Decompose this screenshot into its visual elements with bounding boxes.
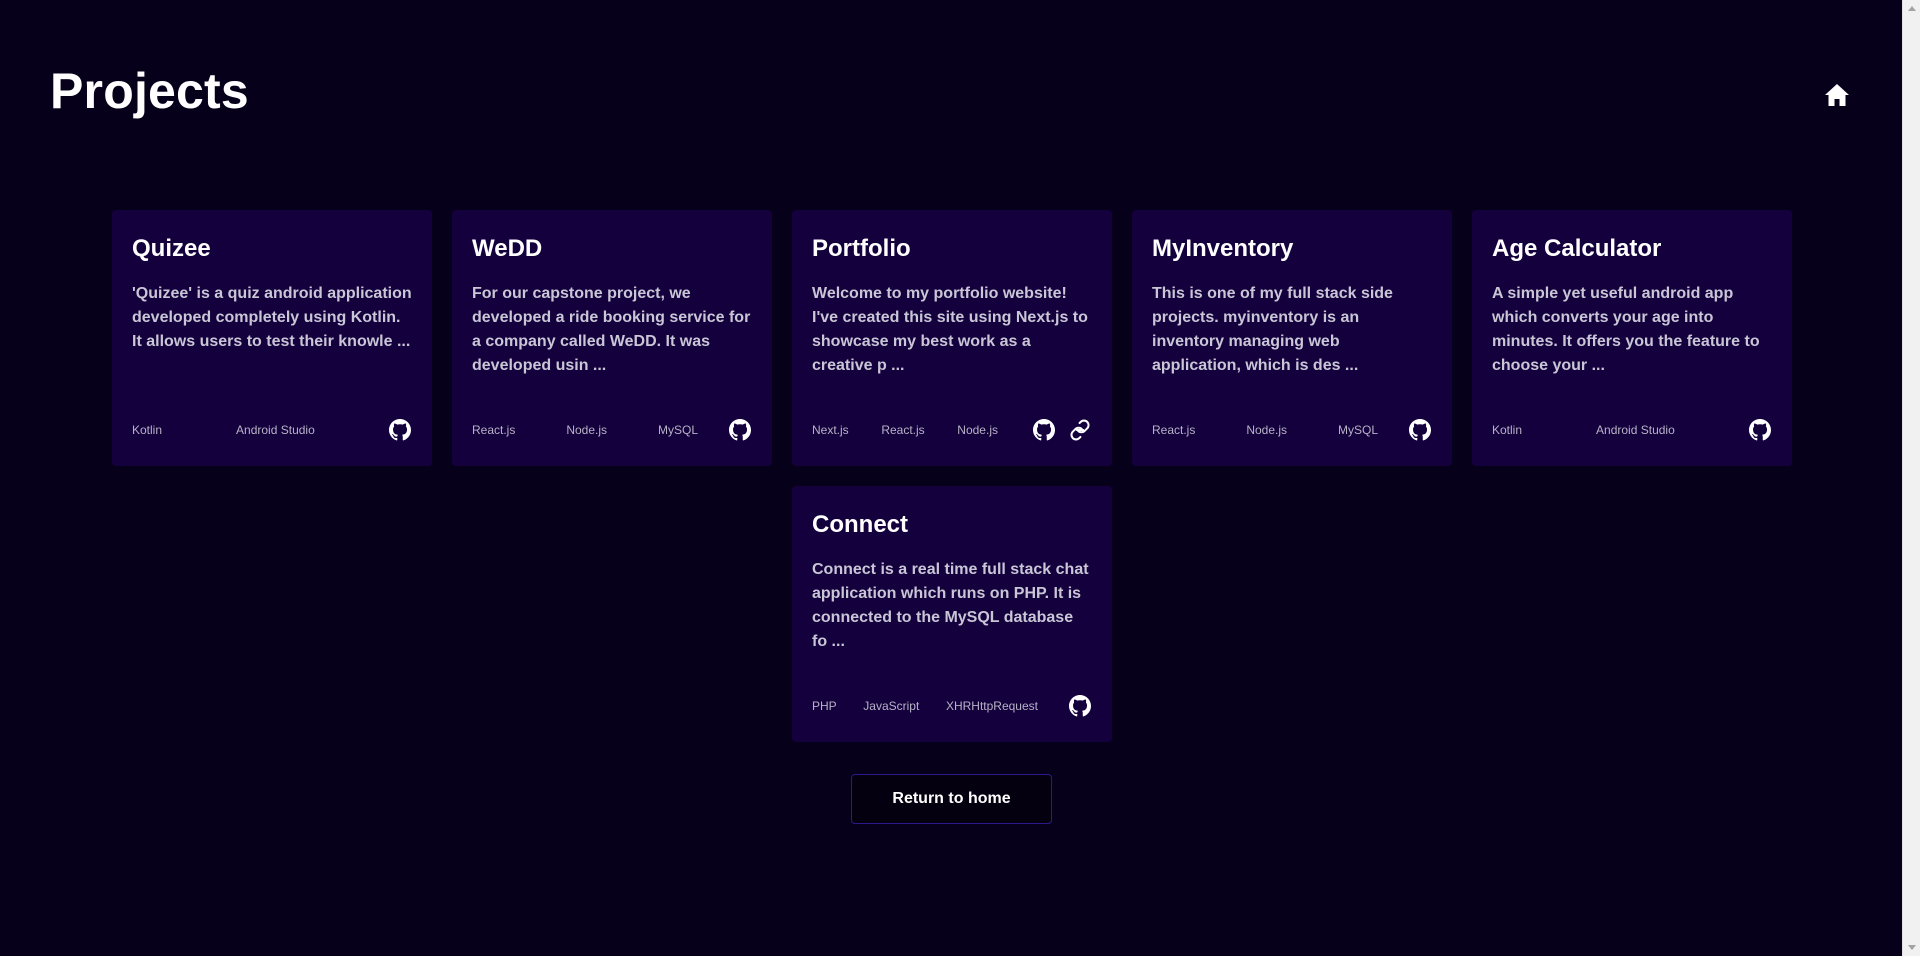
- project-footer: React.js Node.js MySQL: [1152, 418, 1432, 442]
- home-button[interactable]: [1822, 80, 1852, 110]
- github-link[interactable]: [1748, 418, 1772, 442]
- tech-tag: JavaScript: [863, 699, 920, 713]
- tech-tag: Node.js: [566, 423, 608, 437]
- github-icon: [1033, 419, 1055, 441]
- tech-tag: XHRHttpRequest: [945, 699, 1038, 713]
- project-footer: Next.js React.js Node.js: [812, 418, 1092, 442]
- project-title: WeDD: [472, 235, 543, 262]
- github-link[interactable]: [1408, 418, 1432, 442]
- github-icon: [729, 419, 751, 441]
- github-icon: [1409, 419, 1431, 441]
- live-link[interactable]: [1068, 418, 1092, 442]
- project-title: MyInventory: [1152, 235, 1294, 262]
- tech-tag: React.js: [1152, 423, 1196, 437]
- project-links: [1748, 418, 1772, 442]
- tech-tag: Next.js: [812, 423, 849, 437]
- scroll-down-arrow[interactable]: [1908, 945, 1916, 950]
- github-icon: [1069, 695, 1091, 717]
- tech-tags: Kotlin Android Studio: [132, 423, 388, 437]
- tech-tag: React.js: [472, 423, 516, 437]
- tech-tags: React.js Node.js MySQL: [1152, 423, 1408, 437]
- project-links: [388, 418, 412, 442]
- project-footer: React.js Node.js MySQL: [472, 418, 752, 442]
- tech-tag: Kotlin: [1492, 423, 1523, 437]
- github-link[interactable]: [1032, 418, 1056, 442]
- project-footer: Kotlin Android Studio: [132, 418, 412, 442]
- tech-tag: PHP: [812, 699, 837, 713]
- github-link[interactable]: [388, 418, 412, 442]
- project-card: Age Calculator A simple yet useful androi…: [1472, 210, 1792, 466]
- tech-tags: Kotlin Android Studio: [1492, 423, 1748, 437]
- project-description: 'Quizee' is a quiz android application d…: [132, 285, 412, 350]
- project-links: [1068, 694, 1092, 718]
- project-title: Portfolio: [812, 235, 911, 262]
- project-description: A simple yet useful android app which co…: [1492, 285, 1760, 374]
- github-link[interactable]: [728, 418, 752, 442]
- page-title: Projects: [50, 63, 249, 119]
- tech-tag: MySQL: [657, 423, 698, 437]
- github-icon: [389, 419, 411, 441]
- scroll-up-arrow[interactable]: [1908, 6, 1916, 11]
- tech-tags: Next.js React.js Node.js: [812, 423, 1032, 437]
- tech-tag: Android Studio: [236, 423, 315, 437]
- scrollbar[interactable]: [1902, 0, 1920, 956]
- project-description: For our capstone project, we developed a…: [472, 285, 751, 374]
- home-icon: [1825, 84, 1849, 106]
- tech-tag: React.js: [881, 423, 925, 437]
- project-description: Connect is a real time full stack chat a…: [812, 561, 1089, 650]
- project-card: MyInventory This is one of my full stack …: [1132, 210, 1452, 466]
- tech-tag: Kotlin: [132, 423, 163, 437]
- tech-tag: Node.js: [957, 423, 998, 437]
- tech-tag: MySQL: [1337, 423, 1378, 437]
- project-card: WeDD For our capstone project, we develop…: [452, 210, 772, 466]
- project-title: Connect: [812, 511, 908, 538]
- tech-tag: Node.js: [1246, 423, 1288, 437]
- project-footer: Kotlin Android Studio: [1492, 418, 1772, 442]
- tech-tag: Android Studio: [1596, 423, 1675, 437]
- project-card: Connect Connect is a real time full stack…: [792, 486, 1112, 742]
- tech-tags: React.js Node.js MySQL: [472, 423, 728, 437]
- github-icon: [1749, 419, 1771, 441]
- project-card: Portfolio Welcome to my portfolio website…: [792, 210, 1112, 466]
- project-title: Quizee: [132, 235, 211, 262]
- link-icon: [1069, 419, 1091, 441]
- return-home-button[interactable]: Return to home: [851, 774, 1052, 824]
- tech-tags: PHP JavaScript XHRHttpRequest: [812, 699, 1068, 713]
- project-links: [728, 418, 752, 442]
- github-link[interactable]: [1068, 694, 1092, 718]
- project-card: Quizee 'Quizee' is a quiz android applica…: [112, 210, 432, 466]
- project-links: [1408, 418, 1432, 442]
- project-title: Age Calculator: [1492, 235, 1662, 262]
- project-links: [1032, 418, 1092, 442]
- project-description: This is one of my full stack side projec…: [1152, 285, 1393, 374]
- project-description: Welcome to my portfolio website! I've cr…: [812, 285, 1088, 374]
- project-footer: PHP JavaScript XHRHttpRequest: [812, 694, 1092, 718]
- page: Projects Quizee 'Quizee' is a quiz androi…: [0, 0, 1902, 956]
